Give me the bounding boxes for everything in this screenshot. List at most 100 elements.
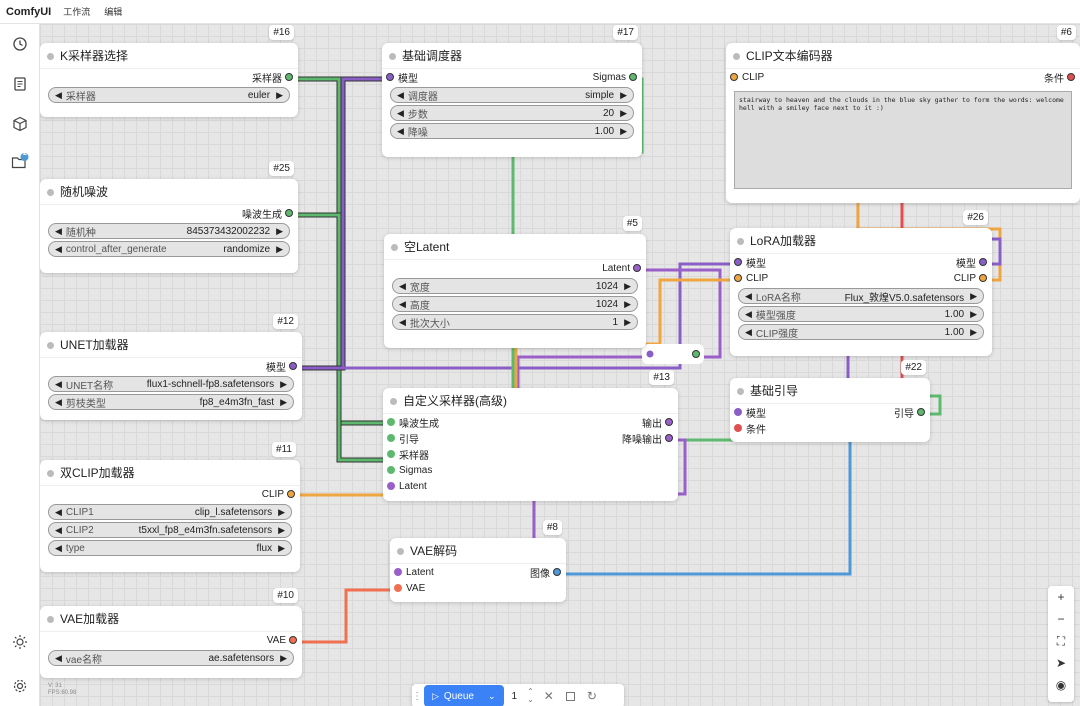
node-title[interactable]: CLIP文本编码器 xyxy=(726,43,1080,69)
node-title[interactable]: 随机噪波 xyxy=(40,179,298,205)
widget-lora-name[interactable]: ◀ LoRA名称 Flux_敦煌V5.0.safetensors ▶ xyxy=(738,288,984,304)
input-slot[interactable]: CLIP xyxy=(730,270,768,286)
slot-pin-icon[interactable] xyxy=(665,418,673,426)
widget-control-after-generate[interactable]: ◀ control_after_generate randomize ▶ xyxy=(48,241,290,257)
cancel-icon[interactable]: ✕ xyxy=(544,689,554,703)
node-ksampler-select[interactable]: #16 K采样器选择 采样器 ◀ 采样器 euler ▶ xyxy=(40,25,298,117)
widget-vae-name[interactable]: ◀ vae名称 ae.safetensors ▶ xyxy=(48,650,294,666)
menu-edit[interactable]: 编辑 xyxy=(104,5,122,18)
output-slot[interactable]: CLIP xyxy=(40,486,300,502)
input-slot[interactable]: 采样器 xyxy=(383,446,678,462)
slot-pin-icon[interactable] xyxy=(553,568,561,576)
collapse-dot-icon[interactable] xyxy=(733,53,740,60)
output-slot[interactable]: 输出 xyxy=(642,414,678,430)
zoom-in-icon[interactable]: + xyxy=(1048,586,1074,608)
collapse-dot-icon[interactable] xyxy=(47,616,54,623)
slot-pin-icon[interactable] xyxy=(394,584,402,592)
output-slot[interactable]: VAE xyxy=(40,632,302,648)
cube-icon[interactable] xyxy=(10,114,30,134)
node-empty-latent[interactable]: #5 空Latent Latent ◀ 宽度 1024 ▶ ◀ 高度 1024 ▶ ◀ 批次大… xyxy=(384,216,646,348)
slot-pin-icon[interactable] xyxy=(387,450,395,458)
slot-pin-icon[interactable] xyxy=(289,362,297,370)
input-slot[interactable]: Latent xyxy=(383,478,678,494)
output-slot[interactable]: Latent xyxy=(384,260,646,276)
output-slot[interactable]: 引导 xyxy=(894,404,930,420)
node-title[interactable]: VAE加载器 xyxy=(40,606,302,632)
node-lora-loader[interactable]: #26 LoRA加载器 模型 模型 CLIP CLIP ◀ LoRA名称 Flux_… xyxy=(730,210,992,356)
collapse-dot-icon[interactable] xyxy=(389,53,396,60)
stepper-icon[interactable]: ⌃ ⌄ xyxy=(527,688,534,704)
collapse-dot-icon[interactable] xyxy=(47,53,54,60)
graph-canvas[interactable]: #16 K采样器选择 采样器 ◀ 采样器 euler ▶ #17 基础调度器 模型 S… xyxy=(40,24,1080,706)
queue-button[interactable]: ▷ Queue ⌄ xyxy=(424,685,504,706)
widget-clip-strength[interactable]: ◀ CLIP强度 1.00 ▶ xyxy=(738,324,984,340)
output-slot[interactable]: CLIP xyxy=(954,270,992,286)
node-title[interactable]: UNET加载器 xyxy=(40,332,302,358)
slot-pin-icon[interactable] xyxy=(394,568,402,576)
slot-pin-icon[interactable] xyxy=(734,408,742,416)
slot-pin-icon[interactable] xyxy=(285,209,293,217)
prompt-textarea[interactable]: stairway to heaven and the clouds in the… xyxy=(734,91,1072,189)
widget-batch-size[interactable]: ◀ 批次大小 1 ▶ xyxy=(392,314,638,330)
node-title[interactable]: 空Latent xyxy=(384,234,646,260)
node-title[interactable]: LoRA加载器 xyxy=(730,228,992,254)
slot-pin-icon[interactable] xyxy=(665,434,673,442)
widget-denoise[interactable]: ◀ 降噪 1.00 ▶ xyxy=(390,123,634,139)
slot-pin-icon[interactable] xyxy=(287,490,295,498)
widget-weight-dtype[interactable]: ◀ 剪枝类型 fp8_e4m3fn_fast ▶ xyxy=(48,394,294,410)
collapse-dot-icon[interactable] xyxy=(47,470,54,477)
settings-icon[interactable] xyxy=(10,676,30,696)
slot-pin-icon[interactable] xyxy=(629,73,637,81)
slot-pin-icon[interactable] xyxy=(387,466,395,474)
node-title[interactable]: 基础调度器 xyxy=(382,43,642,69)
output-slot[interactable]: 噪波生成 xyxy=(40,205,298,221)
slot-pin-icon[interactable] xyxy=(387,482,395,490)
refresh-icon[interactable]: ↻ xyxy=(587,689,597,703)
widget-width[interactable]: ◀ 宽度 1024 ▶ xyxy=(392,278,638,294)
node-vae-loader[interactable]: #10 VAE加载器 VAE ◀ vae名称 ae.safetensors ▶ xyxy=(40,588,302,678)
input-slot[interactable]: Latent xyxy=(390,564,434,580)
node-random-noise[interactable]: #25 随机噪波 噪波生成 ◀ 随机种 845373432002232 ▶ ◀ cont… xyxy=(40,161,298,273)
node-vae-decode[interactable]: #8 VAE解码 Latent 图像 VAE xyxy=(390,520,566,602)
widget-model-strength[interactable]: ◀ 模型强度 1.00 ▶ xyxy=(738,306,984,322)
collapse-dot-icon[interactable] xyxy=(737,238,744,245)
collapse-dot-icon[interactable] xyxy=(390,398,397,405)
slot-pin-icon[interactable] xyxy=(979,258,987,266)
collapse-dot-icon[interactable] xyxy=(47,189,54,196)
slot-pin-icon[interactable] xyxy=(387,418,395,426)
input-slot[interactable]: 模型 xyxy=(730,404,766,420)
widget-seed[interactable]: ◀ 随机种 845373432002232 ▶ xyxy=(48,223,290,239)
fit-view-icon[interactable]: ⛶ xyxy=(1048,630,1074,652)
node-clip-text-encode[interactable]: #6 CLIP文本编码器 CLIP 条件 stairway to heaven … xyxy=(726,25,1080,203)
input-slot[interactable]: Sigmas xyxy=(383,462,678,478)
widget-clip1[interactable]: ◀ CLIP1 clip_l.safetensors ▶ xyxy=(48,504,292,520)
output-slot[interactable]: 模型 xyxy=(956,254,992,270)
node-unet-loader[interactable]: #12 UNET加载器 模型 ◀ UNET名称 flux1-schnell-fp8.… xyxy=(40,314,302,420)
slot-pin-icon[interactable] xyxy=(285,73,293,81)
node-basic-scheduler[interactable]: #17 基础调度器 模型 Sigmas ◀ 调度器 simple ▶ ◀ 步数 20 ▶ ◀… xyxy=(382,25,642,157)
node-title[interactable]: K采样器选择 xyxy=(40,43,298,69)
book-icon[interactable] xyxy=(10,74,30,94)
slot-pin-icon[interactable] xyxy=(734,258,742,266)
slot-pin-icon[interactable] xyxy=(289,636,297,644)
node-title[interactable]: VAE解码 xyxy=(390,538,566,564)
slot-pin-icon[interactable] xyxy=(979,274,987,282)
input-slot[interactable]: CLIP xyxy=(726,69,764,85)
input-slot[interactable]: VAE xyxy=(390,580,566,596)
output-slot[interactable]: 模型 xyxy=(40,358,302,374)
slot-pin-icon[interactable] xyxy=(734,424,742,432)
input-slot[interactable]: 模型 xyxy=(730,254,766,270)
output-slot[interactable]: Sigmas xyxy=(593,69,642,85)
widget-height[interactable]: ◀ 高度 1024 ▶ xyxy=(392,296,638,312)
stop-icon[interactable] xyxy=(565,691,575,701)
node-title[interactable]: 双CLIP加载器 xyxy=(40,460,300,486)
slot-pin-icon[interactable] xyxy=(1067,73,1075,81)
zoom-out-icon[interactable]: − xyxy=(1048,608,1074,630)
locate-icon[interactable]: ➤ xyxy=(1048,652,1074,674)
queue-count-input[interactable]: 1 xyxy=(512,691,518,702)
input-slot[interactable]: 模型 xyxy=(382,69,418,85)
slot-pin-icon[interactable] xyxy=(386,73,394,81)
output-slot[interactable]: 图像 xyxy=(530,564,566,580)
slot-pin-icon[interactable] xyxy=(633,264,641,272)
widget-steps[interactable]: ◀ 步数 20 ▶ xyxy=(390,105,634,121)
